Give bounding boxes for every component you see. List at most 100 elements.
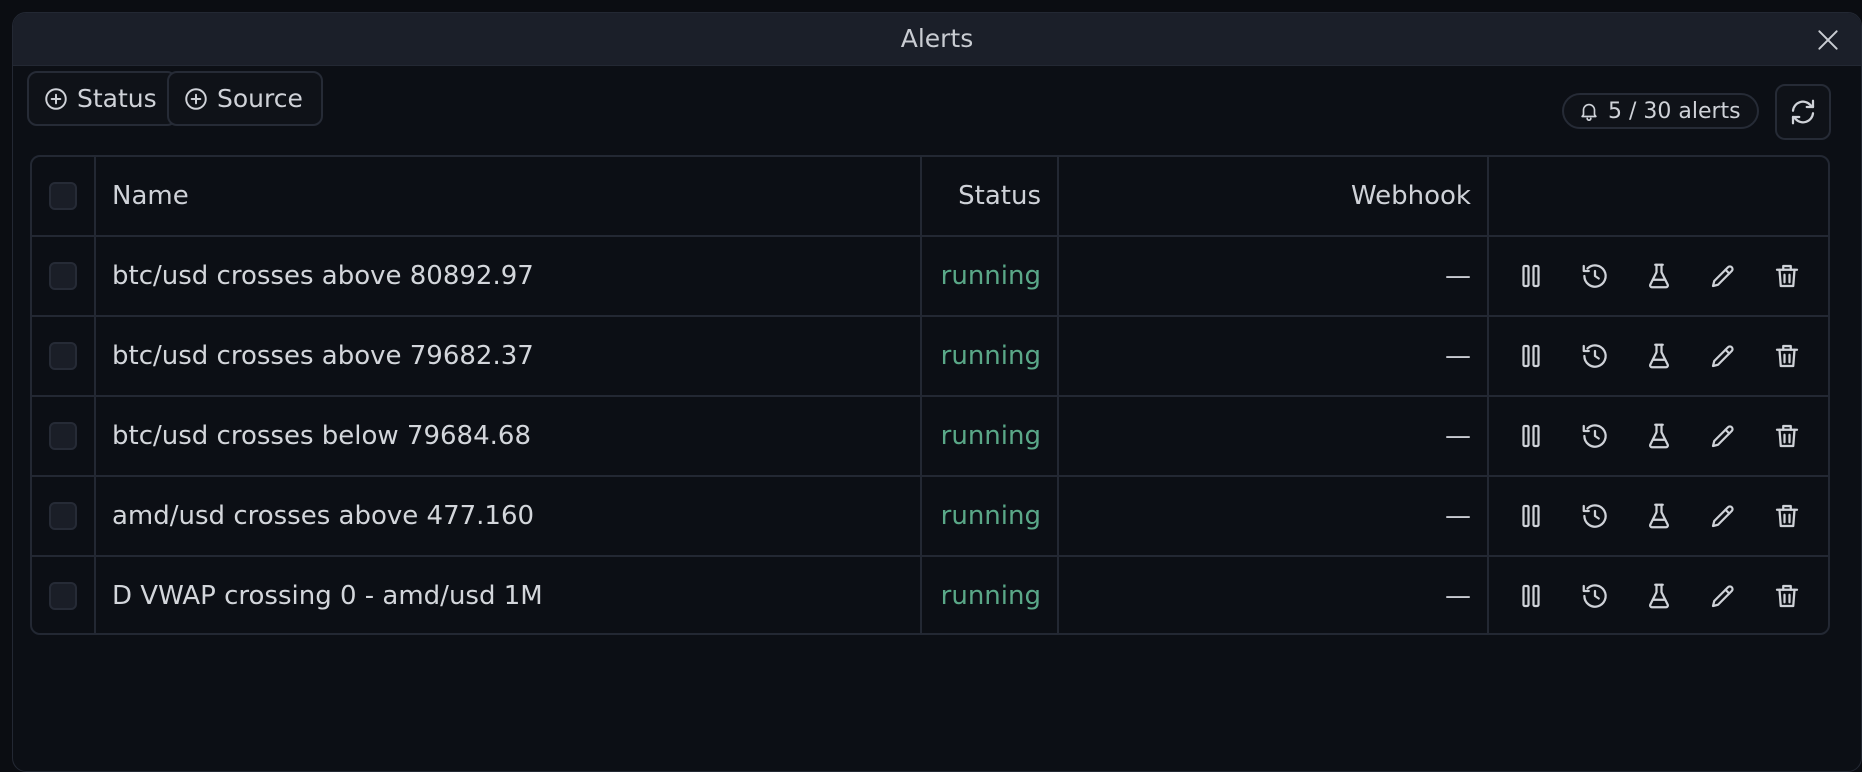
test-button[interactable] [1643, 260, 1675, 292]
pause-button[interactable] [1515, 420, 1547, 452]
pause-button[interactable] [1515, 580, 1547, 612]
test-button[interactable] [1643, 500, 1675, 532]
test-button[interactable] [1643, 340, 1675, 372]
alert-status: running [922, 237, 1059, 315]
pause-button[interactable] [1515, 340, 1547, 372]
row-checkbox[interactable] [49, 262, 77, 290]
delete-button[interactable] [1771, 500, 1803, 532]
table-header-row: Name Status Webhook [32, 157, 1828, 237]
pause-icon [1522, 584, 1540, 608]
alerts-counter-label: 5 / 30 alerts [1608, 98, 1741, 124]
row-actions [1489, 557, 1828, 633]
pencil-icon [1711, 265, 1734, 288]
plus-circle-icon [45, 87, 67, 110]
delete-button[interactable] [1771, 260, 1803, 292]
row-actions [1489, 397, 1828, 475]
alert-status: running [922, 557, 1059, 633]
alert-webhook: — [1059, 477, 1489, 555]
row-checkbox[interactable] [49, 582, 77, 610]
flask-icon [1649, 423, 1669, 449]
history-button[interactable] [1579, 580, 1611, 612]
trash-icon [1775, 504, 1799, 528]
select-all-checkbox[interactable] [49, 182, 77, 210]
edit-button[interactable] [1707, 260, 1739, 292]
alert-webhook: — [1059, 237, 1489, 315]
trash-icon [1775, 584, 1799, 608]
pencil-icon [1711, 505, 1734, 528]
refresh-icon [1791, 99, 1815, 125]
close-button[interactable] [1813, 25, 1843, 55]
alert-name: btc/usd crosses above 79682.37 [96, 317, 922, 395]
alert-webhook: — [1059, 397, 1489, 475]
alert-status: running [922, 477, 1059, 555]
edit-button[interactable] [1707, 580, 1739, 612]
trash-icon [1775, 344, 1799, 368]
pause-icon [1522, 424, 1540, 448]
refresh-button[interactable] [1775, 84, 1831, 140]
table-row[interactable]: btc/usd crosses above 79682.37 running — [32, 317, 1828, 397]
row-checkbox[interactable] [49, 502, 77, 530]
pencil-icon [1711, 425, 1734, 448]
test-button[interactable] [1643, 420, 1675, 452]
edit-button[interactable] [1707, 340, 1739, 372]
flask-icon [1649, 263, 1669, 289]
delete-button[interactable] [1771, 420, 1803, 452]
alert-name: amd/usd crosses above 477.160 [96, 477, 922, 555]
status-filter-label: Status [77, 84, 157, 113]
history-icon [1582, 344, 1607, 368]
delete-button[interactable] [1771, 340, 1803, 372]
alert-name: btc/usd crosses above 80892.97 [96, 237, 922, 315]
plus-circle-icon [185, 87, 207, 110]
test-button[interactable] [1643, 580, 1675, 612]
history-icon [1582, 584, 1607, 608]
header-name[interactable]: Name [96, 157, 922, 235]
bell-icon [1581, 103, 1597, 121]
header-actions [1489, 157, 1828, 235]
trash-icon [1775, 264, 1799, 288]
pencil-icon [1711, 585, 1734, 608]
delete-button[interactable] [1771, 580, 1803, 612]
pause-icon [1522, 504, 1540, 528]
history-button[interactable] [1579, 340, 1611, 372]
alerts-table: Name Status Webhook btc/usd crosses abov… [30, 155, 1830, 635]
history-button[interactable] [1579, 260, 1611, 292]
row-actions [1489, 237, 1828, 315]
row-checkbox[interactable] [49, 342, 77, 370]
pause-icon [1522, 344, 1540, 368]
alert-status: running [922, 397, 1059, 475]
table-row[interactable]: amd/usd crosses above 477.160 running — [32, 477, 1828, 557]
table-row[interactable]: D VWAP crossing 0 - amd/usd 1M running — [32, 557, 1828, 633]
row-actions [1489, 317, 1828, 395]
alert-name: btc/usd crosses below 79684.68 [96, 397, 922, 475]
pause-button[interactable] [1515, 260, 1547, 292]
history-icon [1582, 264, 1607, 288]
alert-status: running [922, 317, 1059, 395]
pencil-icon [1711, 345, 1734, 368]
pause-icon [1522, 264, 1540, 288]
history-icon [1582, 424, 1607, 448]
history-button[interactable] [1579, 420, 1611, 452]
status-filter-button[interactable]: Status [27, 71, 177, 126]
alert-webhook: — [1059, 317, 1489, 395]
source-filter-button[interactable]: Source [167, 71, 323, 126]
window-title: Alerts [900, 24, 974, 53]
header-webhook[interactable]: Webhook [1059, 157, 1489, 235]
edit-button[interactable] [1707, 500, 1739, 532]
source-filter-label: Source [217, 84, 303, 113]
flask-icon [1649, 583, 1669, 609]
flask-icon [1649, 503, 1669, 529]
edit-button[interactable] [1707, 420, 1739, 452]
alerts-counter-badge: 5 / 30 alerts [1562, 93, 1759, 129]
row-actions [1489, 477, 1828, 555]
row-checkbox[interactable] [49, 422, 77, 450]
history-button[interactable] [1579, 500, 1611, 532]
pause-button[interactable] [1515, 500, 1547, 532]
table-row[interactable]: btc/usd crosses below 79684.68 running — [32, 397, 1828, 477]
alert-webhook: — [1059, 557, 1489, 633]
trash-icon [1775, 424, 1799, 448]
close-icon [1818, 30, 1838, 50]
history-icon [1582, 504, 1607, 528]
header-status[interactable]: Status [922, 157, 1059, 235]
title-bar: Alerts [13, 13, 1861, 66]
table-row[interactable]: btc/usd crosses above 80892.97 running — [32, 237, 1828, 317]
